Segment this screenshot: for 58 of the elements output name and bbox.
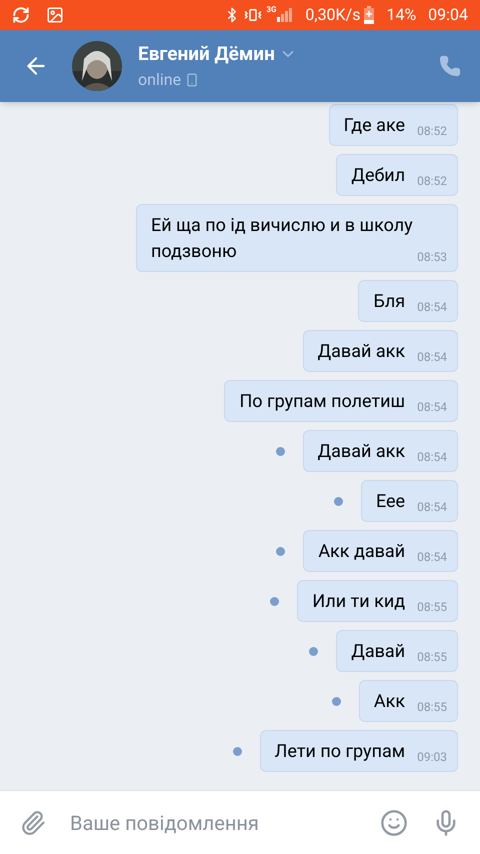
- message-text: Акк давай: [318, 541, 406, 562]
- message-bubble[interactable]: Ей ща по ід вичислю и в школу подзвоню 08:53: [136, 204, 458, 272]
- message-time: 09:03: [417, 749, 447, 765]
- message-bubble[interactable]: Давай 08:55: [336, 630, 458, 672]
- battery-icon: [364, 6, 374, 24]
- phone-icon: [439, 55, 461, 77]
- message-bubble[interactable]: Акк давай 08:54: [303, 530, 458, 572]
- message-bubble[interactable]: Где аке 08:52: [328, 104, 458, 146]
- message-time: 08:54: [417, 399, 447, 415]
- message-text: Ей ща по ід вичислю и в школу подзвоню: [151, 215, 413, 262]
- vibrate-icon: [244, 6, 262, 24]
- message-text: Акк: [374, 691, 406, 712]
- message-text: По групам полетиш: [239, 391, 406, 412]
- message-text: Или ти кид: [312, 591, 406, 612]
- message-text: Бля: [373, 291, 406, 312]
- message-bubble[interactable]: Давай акк 08:54: [302, 330, 458, 372]
- message-time: 08:54: [417, 449, 447, 465]
- message-text: Давай: [351, 641, 406, 662]
- data-speed: 0,30K/s: [305, 4, 360, 26]
- message-text: Дебил: [351, 165, 406, 186]
- message-time: 08:52: [417, 173, 447, 189]
- presence-status: online: [138, 69, 182, 92]
- message-time: 08:54: [417, 349, 447, 365]
- sync-icon: [12, 6, 30, 24]
- battery-level: 14%: [386, 4, 416, 26]
- message-time: 08:55: [417, 649, 447, 665]
- message-text: Давай акк: [318, 341, 406, 362]
- image-icon: [46, 6, 64, 24]
- message-time: 08:54: [417, 299, 447, 315]
- message-bubble[interactable]: Лети по групам 09:03: [260, 730, 458, 772]
- message-time: 08:52: [417, 123, 447, 139]
- message-text: Где аке: [344, 115, 406, 136]
- message-bubble[interactable]: Давай акк 08:54: [302, 430, 458, 472]
- emoji-icon: [380, 808, 408, 836]
- message-time: 08:54: [417, 549, 447, 565]
- message-text: Лети по групам: [274, 741, 406, 762]
- microphone-button[interactable]: [420, 791, 480, 854]
- attach-button[interactable]: [0, 791, 70, 854]
- message-time: 08:53: [417, 249, 447, 265]
- message-input[interactable]: Ваше повідомлення: [70, 791, 368, 854]
- signal-icon: [277, 8, 294, 22]
- avatar[interactable]: [72, 41, 122, 91]
- attach-icon: [20, 810, 46, 836]
- message-time: 08:55: [417, 599, 447, 615]
- message-time: 08:54: [417, 499, 447, 515]
- message-bubble[interactable]: Еее 08:54: [360, 480, 458, 522]
- contact-name[interactable]: Евгений Дёмин: [138, 40, 275, 68]
- message-bubble[interactable]: Или ти кид 08:55: [297, 580, 458, 622]
- message-time: 08:55: [417, 699, 447, 715]
- message-bubble[interactable]: Акк 08:55: [358, 680, 458, 722]
- network-type: 3G: [266, 4, 276, 16]
- message-text: Давай акк: [318, 441, 406, 462]
- message-text: Еее: [376, 491, 406, 512]
- message-bubble[interactable]: По групам полетиш 08:54: [224, 380, 458, 422]
- phone-device-icon: [185, 73, 200, 88]
- clock: 09:04: [428, 4, 468, 26]
- message-bubble[interactable]: Бля 08:54: [358, 280, 458, 322]
- message-bubble[interactable]: Дебил 08:52: [336, 154, 458, 196]
